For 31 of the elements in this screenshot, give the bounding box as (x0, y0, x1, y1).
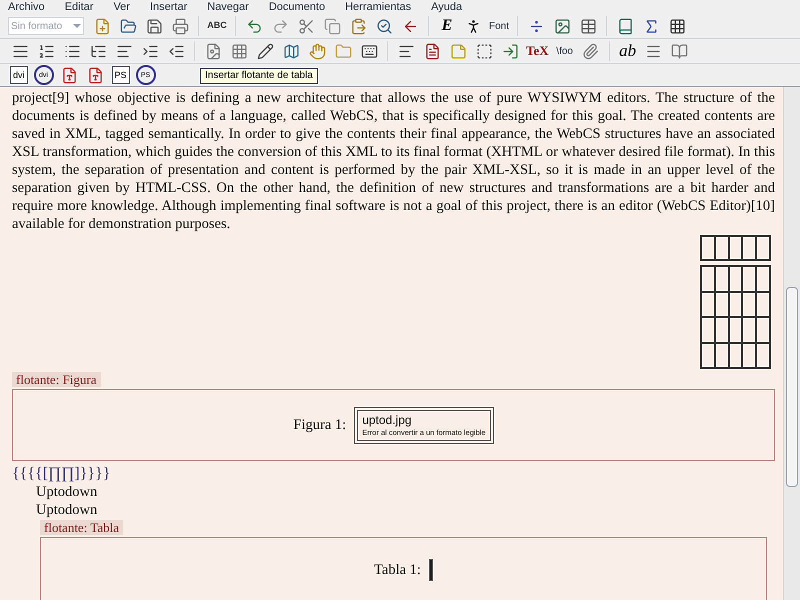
tooltip: Insertar flotante de tabla (200, 68, 318, 84)
menu-item[interactable]: Documento (268, 2, 326, 12)
image-filename: uptod.jpg (362, 412, 413, 428)
menu-item[interactable]: Archivo (8, 2, 45, 12)
body-paragraph: project[9] whose objective is defining a new architecture that allows the use of pure WYSIWYM editors. The structure of the documents is defined by means of a language, called WebCS, that is specifically designed for this goal. The created contents are saved in XML, tagged semantically. In order to give the contents their final appearance, the WebCS structures have an associated XSL transformation, which guides the conversion of this XML to its final format (XHTML or whatever desired file format). In this system, the separation of presentation and content is performed by the pair XML-XSL, so it is made in an upper level of the separation given by HTML-CSS. On the other hand, the definition of new structures and transformations are a bit harder and require more knowledge. Although implementing final software is not a goal of this project, there is an editor (WebCS Editor)[10] available for demonstration purposes. (12, 89, 775, 233)
export-button[interactable]: PS (112, 66, 130, 84)
text-line: Uptodown (36, 501, 98, 519)
figure-caption: Figura 1: (293, 416, 346, 434)
export-button[interactable]: dvi (10, 66, 28, 84)
menu-item[interactable]: Navegar (207, 2, 249, 12)
menu-item[interactable]: Ayuda (431, 2, 462, 12)
formula: {{{{[∏∏]}}}} (12, 465, 112, 483)
toolbar-button[interactable]: TeX (524, 39, 551, 63)
float-label: flotante: Figura (12, 372, 101, 387)
text-cursor (428, 559, 433, 581)
table-caption: Tabla 1: (374, 561, 421, 579)
scrollbar-thumb[interactable] (786, 287, 798, 487)
scrollbar[interactable] (783, 87, 800, 600)
menu-item[interactable]: Ver (113, 2, 130, 12)
empty-table (700, 235, 771, 261)
dropdown-arrow-icon (73, 24, 81, 28)
toolbar-button[interactable]: \foo (552, 39, 577, 63)
menu-item[interactable]: Insertar (150, 2, 188, 12)
toolbar-button[interactable]: ABC (205, 14, 229, 38)
float-label: flotante: Tabla (40, 520, 124, 535)
text-line: Uptodown (36, 483, 98, 501)
menu-item[interactable]: Editar (64, 2, 94, 12)
toolbar-button[interactable]: ab (616, 39, 640, 63)
menu-item[interactable]: Herramientas (345, 2, 412, 12)
toolbar-button[interactable]: E (435, 14, 459, 38)
toolbar-button[interactable]: Font (487, 14, 512, 38)
